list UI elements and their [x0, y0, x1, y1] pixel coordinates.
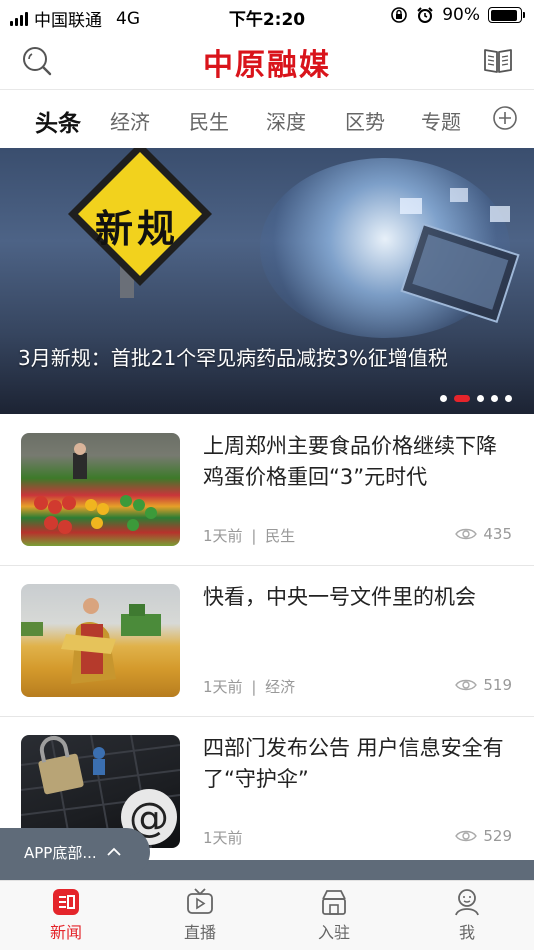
chevron-up-icon: [107, 847, 121, 856]
carousel-dot[interactable]: [477, 395, 484, 402]
meta-separator: |: [251, 678, 257, 696]
tab-economy[interactable]: 经济: [110, 106, 150, 135]
network-graphic: [400, 188, 520, 323]
news-category: 经济: [265, 678, 296, 696]
book-icon[interactable]: [482, 44, 514, 76]
view-count-value: 519: [483, 676, 512, 694]
tab-special[interactable]: 专题: [421, 106, 461, 135]
rotation-lock-icon: [391, 7, 408, 23]
news-time: 1天前: [203, 829, 243, 847]
app-bottom-toggle[interactable]: APP底部...: [0, 828, 150, 876]
eye-icon: [455, 830, 478, 842]
tabbar-join[interactable]: 入驻: [294, 887, 374, 943]
sign-text: 新规: [95, 207, 180, 251]
eye-icon: [455, 679, 478, 691]
carousel-dot[interactable]: [440, 395, 447, 402]
store-icon: [322, 890, 346, 915]
carousel-dot[interactable]: [505, 395, 512, 402]
view-count-value: 435: [483, 525, 512, 543]
tab-region[interactable]: 区势: [345, 106, 385, 135]
tabbar-label: 新闻: [49, 923, 82, 942]
carousel-dots: [440, 395, 512, 402]
news-item[interactable]: 上周郑州主要食品价格继续下降 鸡蛋价格重回“3”元时代 1天前 | 民生 435: [0, 415, 534, 566]
tabbar-label: 入驻: [317, 923, 350, 942]
tab-livelihood[interactable]: 民生: [189, 106, 229, 135]
app-header: 中原融媒: [0, 32, 534, 90]
eye-icon: [455, 528, 478, 540]
tab-headlines[interactable]: 头条: [35, 104, 81, 138]
news-icon: [53, 889, 79, 915]
view-count: 529: [455, 827, 512, 845]
news-meta: 1天前 | 经济: [203, 676, 295, 697]
news-thumbnail-produce: [21, 433, 180, 546]
alarm-icon: [417, 7, 433, 23]
tabbar-me[interactable]: 我: [427, 887, 507, 943]
news-headline: 上周郑州主要食品价格继续下降 鸡蛋价格重回“3”元时代: [203, 434, 497, 489]
tabbar-live[interactable]: 直播: [160, 887, 240, 943]
carousel-dot[interactable]: [491, 395, 498, 402]
news-meta: 1天前: [203, 827, 243, 848]
app-bottom-label: APP底部...: [24, 843, 97, 862]
view-count-value: 529: [483, 827, 512, 845]
status-bar: 中国联通 4G 下午2:20 90%: [0, 0, 534, 32]
tabbar-news[interactable]: 新闻: [26, 887, 106, 943]
news-category: 民生: [265, 527, 296, 545]
tabbar-label: 我: [458, 923, 475, 942]
battery-percent: 90%: [442, 5, 480, 25]
add-channel-icon[interactable]: [492, 105, 518, 131]
news-meta: 1天前 | 民生: [203, 525, 295, 546]
carousel-dot[interactable]: [454, 395, 470, 402]
featured-banner[interactable]: 新规 3月新规：首批21个罕见病药品减按3%征增值税: [0, 148, 534, 414]
news-headline: 四部门发布公告 用户信息安全有了“守护伞”: [203, 736, 504, 791]
status-right: 90%: [390, 5, 525, 25]
app-title: 中原融媒: [203, 48, 331, 83]
view-count: 519: [455, 676, 512, 694]
news-headline: 快看，中央一号文件里的机会: [203, 585, 476, 609]
tabbar-label: 直播: [183, 923, 216, 942]
news-time: 1天前: [203, 678, 243, 696]
news-thumbnail-farmer: [21, 584, 180, 697]
tab-depth[interactable]: 深度: [266, 106, 306, 135]
banner-caption: 3月新规：首批21个罕见病药品减按3%征增值税: [18, 346, 448, 370]
user-icon: [455, 889, 479, 916]
battery-icon: [488, 7, 525, 23]
meta-separator: |: [251, 527, 257, 545]
news-time: 1天前: [203, 527, 243, 545]
bottom-tab-bar: 新闻 直播 入驻 我: [0, 880, 534, 950]
tv-icon: [187, 888, 213, 914]
view-count: 435: [455, 525, 512, 543]
category-tabs: 头条 经济 民生 深度 区势 专题: [0, 91, 534, 147]
news-item[interactable]: 快看，中央一号文件里的机会 1天前 | 经济 519: [0, 566, 534, 717]
